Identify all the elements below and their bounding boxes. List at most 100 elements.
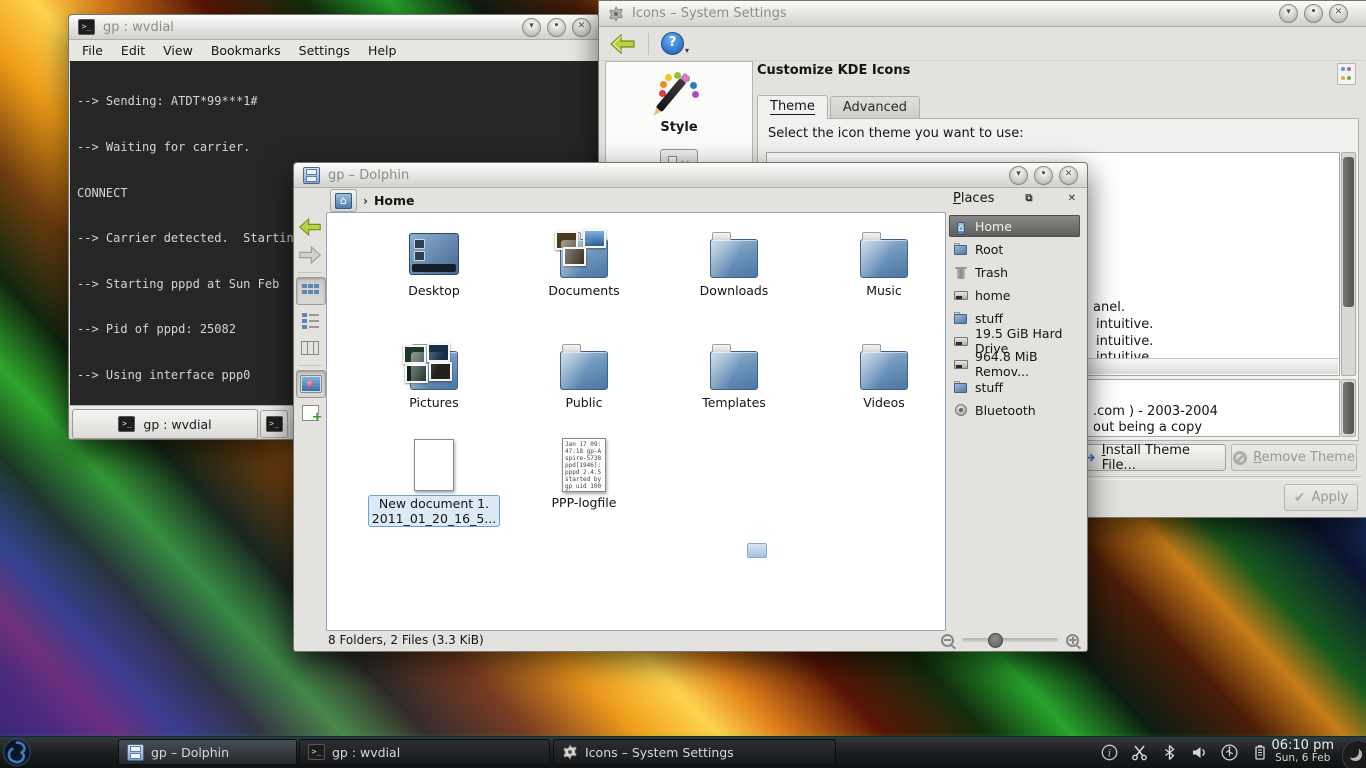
tab-theme[interactable]: Theme [757,95,828,119]
close-button[interactable]: ✕ [1329,4,1348,23]
zoom-slider-knob[interactable] [988,633,1003,648]
zoom-in-icon[interactable] [1066,634,1079,647]
help-button[interactable]: ? ▾ [661,32,689,55]
folder-item-templates[interactable]: Templates [664,337,804,410]
back-button[interactable] [296,214,324,240]
pictures-folder-icon [410,351,458,390]
bluetooth-icon[interactable] [1161,744,1178,761]
status-text: 8 Folders, 2 Files (3.3 KiB) [328,633,484,647]
task-dolphin[interactable]: gp – Dolphin [118,739,297,765]
menu-file[interactable]: File [73,43,112,58]
zoom-out-icon[interactable] [941,634,954,647]
places-title: Places [953,191,994,206]
panel-toolbox-icon[interactable] [1342,740,1366,768]
overview-grid-icon[interactable] [1337,63,1356,85]
new-tab-button[interactable]: >_ [260,410,288,438]
place-home-drive[interactable]: home [949,284,1080,306]
app-launcher-icon[interactable] [2,738,32,767]
place-home[interactable]: ⌂ Home [949,215,1080,237]
minimize-button[interactable]: ▾ [1009,166,1028,185]
folder-view[interactable]: Desktop Documents Downloads Music [326,212,946,631]
folder-item-public[interactable]: Public [514,337,654,410]
clock[interactable]: 06:10 pm Sun, 6 Feb [1271,739,1334,765]
gear-icon [562,744,578,760]
terminal-task-icon: >_ [308,744,325,760]
folder-icon [953,242,969,256]
desktop: >_ gp : wvdial ▾ • ✕ File Edit View Book… [0,0,1366,768]
terminal-tab[interactable]: >_ gp : wvdial [72,409,258,439]
home-icon: ⌂ [335,193,352,209]
details-view-button[interactable] [296,307,324,333]
terminal-menubar: File Edit View Bookmarks Settings Help [69,40,600,62]
back-button[interactable] [609,33,636,55]
folder-item-desktop[interactable]: Desktop [364,225,504,298]
volume-icon[interactable] [1191,744,1208,761]
folder-item-pictures[interactable]: Pictures [364,337,504,410]
klipper-scissors-icon[interactable] [1131,744,1148,761]
maximize-button[interactable]: • [1034,166,1053,185]
split-view-icon [302,405,319,421]
terminal-titlebar[interactable]: >_ gp : wvdial ▾ • ✕ [69,15,600,40]
folder-item-documents[interactable]: Documents [514,225,654,298]
folder-item-music[interactable]: Music [814,225,954,298]
dolphin-title: gp – Dolphin [328,168,409,183]
preview-icon [301,376,321,392]
scrollbar-thumb[interactable] [1343,157,1354,307]
dolphin-titlebar[interactable]: gp – Dolphin ▾ • ✕ [294,163,1087,188]
terminal-line: --> Sending: ATDT*99***1# [77,94,599,109]
menu-settings[interactable]: Settings [290,43,359,58]
menu-bookmarks[interactable]: Bookmarks [202,43,290,58]
usb-device-notifier-icon[interactable] [1221,744,1238,761]
close-panel-icon[interactable]: ✕ [1064,193,1080,204]
style-icon [657,72,701,114]
remove-theme-button[interactable]: Remove Theme [1231,444,1357,471]
breadcrumb-home[interactable]: Home [374,193,415,208]
install-theme-button[interactable]: ➜ Install Theme File... [1083,444,1226,471]
folder-icon [560,351,608,390]
icons-view-button[interactable] [296,277,326,305]
battery-icon[interactable] [1251,744,1268,761]
clock-date: Sun, 6 Feb [1271,752,1334,765]
minimize-button[interactable]: ▾ [522,18,541,37]
task-system-settings[interactable]: Icons – System Settings [553,739,836,765]
folder-icon [860,351,908,390]
menu-edit[interactable]: Edit [112,43,154,58]
minimize-button[interactable]: ▾ [1279,4,1298,23]
place-root[interactable]: Root [949,238,1080,260]
float-panel-icon[interactable]: ⧉ [1021,193,1036,204]
zoom-slider[interactable] [962,638,1058,642]
menu-view[interactable]: View [154,43,202,58]
tab-advanced[interactable]: Advanced [830,96,920,119]
task-wvdial[interactable]: >_ gp : wvdial [299,739,550,765]
list-scrollbar[interactable] [1341,152,1356,376]
place-removable[interactable]: 964.8 MiB Remov... [949,353,1080,375]
description-scrollbar[interactable] [1341,379,1356,437]
folder-item-downloads[interactable]: Downloads [664,225,804,298]
close-button[interactable]: ✕ [572,18,591,37]
scrollbar-thumb[interactable] [1343,382,1354,434]
breadcrumb-home-button[interactable]: ⌂ [330,189,357,212]
file-item-ppp-logfile[interactable]: Jan 17 09:47:18 gp-Aspire-5738 ppd[1946]… [514,435,654,510]
desktop-folder-icon [409,233,459,275]
documents-folder-icon [560,239,608,278]
file-item-new-document[interactable]: New document 1.2011_01_20_16_5... [364,435,504,527]
menu-help[interactable]: Help [359,43,406,58]
icons-view-icon [302,284,320,299]
apply-button[interactable]: ✔ Apply [1284,484,1358,511]
maximize-button[interactable]: • [1304,4,1323,23]
preview-button[interactable] [296,370,326,398]
split-view-button[interactable] [296,400,324,426]
place-trash[interactable]: Trash [949,261,1080,283]
columns-view-button[interactable] [296,335,324,361]
terminal-tab-label: gp : wvdial [143,417,211,432]
maximize-button[interactable]: • [547,18,566,37]
info-icon[interactable]: i [1101,744,1118,761]
forward-button[interactable] [296,242,324,268]
place-stuff-2[interactable]: stuff [949,376,1080,398]
system-settings-titlebar[interactable]: Icons – System Settings ▾ • ✕ [599,1,1366,27]
place-bluetooth[interactable]: Bluetooth [949,399,1080,421]
close-button[interactable]: ✕ [1059,166,1078,185]
folder-item-videos[interactable]: Videos [814,337,954,410]
dolphin-statusbar: 8 Folders, 2 Files (3.3 KiB) [294,629,1087,651]
forward-icon [298,245,322,265]
